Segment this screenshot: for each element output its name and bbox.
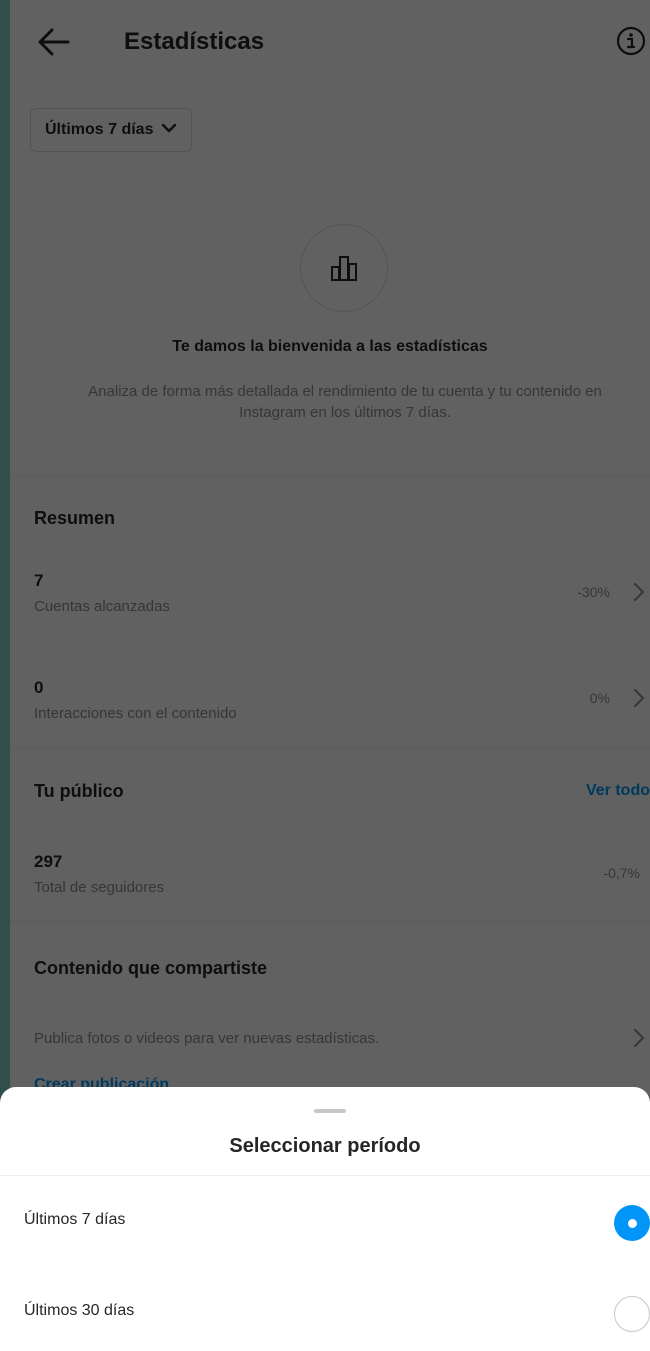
welcome-title: Te damos la bienvenida a las estadística… <box>172 338 488 355</box>
metric-delta: 0% <box>589 690 610 706</box>
option-label: Últimos 30 días <box>24 1302 135 1319</box>
metric-label: Total de seguidores <box>34 879 165 896</box>
info-icon[interactable] <box>616 26 646 56</box>
header: Estadísticas <box>10 0 650 86</box>
content-title: Contenido que compartiste <box>34 958 268 978</box>
chevron-right-icon[interactable] <box>632 1028 646 1048</box>
metric-value: 7 <box>34 571 44 590</box>
metric-value: 297 <box>34 852 63 871</box>
period-dropdown[interactable]: Últimos 7 días <box>30 108 193 152</box>
option-last-7-days[interactable]: Últimos 7 días <box>0 1193 650 1253</box>
radio-selected[interactable] <box>614 1205 650 1241</box>
sheet-grabber[interactable] <box>314 1109 346 1113</box>
period-bottom-sheet: Seleccionar período Últimos 7 días Últim… <box>0 1087 650 1351</box>
chevron-down-icon <box>161 121 177 139</box>
divider <box>0 1175 650 1176</box>
option-label: Últimos 7 días <box>24 1211 126 1228</box>
arrow-left-icon[interactable] <box>34 22 74 62</box>
bar-chart-icon <box>300 224 388 312</box>
see-all-link[interactable]: Ver todo <box>586 782 650 800</box>
period-dropdown-label: Últimos 7 días <box>45 121 154 138</box>
divider <box>10 476 650 477</box>
sheet-title: Seleccionar período <box>229 1135 421 1157</box>
chevron-right-icon <box>632 582 646 602</box>
chevron-right-icon <box>632 688 646 708</box>
option-last-30-days[interactable]: Últimos 30 días <box>0 1284 650 1344</box>
metric-delta: -30% <box>577 584 610 600</box>
content-description: Publica fotos o videos para ver nuevas e… <box>34 1030 380 1047</box>
radio-unselected[interactable] <box>614 1296 650 1332</box>
metric-label: Interacciones con el contenido <box>34 705 237 722</box>
divider <box>10 748 650 749</box>
audience-title: Tu público <box>34 781 124 801</box>
metric-label: Cuentas alcanzadas <box>34 598 170 615</box>
metric-delta: -0,7% <box>603 865 640 881</box>
metric-value: 0 <box>34 678 44 697</box>
divider <box>10 921 650 922</box>
page-title: Estadísticas <box>124 28 265 55</box>
summary-title: Resumen <box>34 508 116 528</box>
welcome-description: Analiza de forma más detallada el rendim… <box>88 383 602 421</box>
